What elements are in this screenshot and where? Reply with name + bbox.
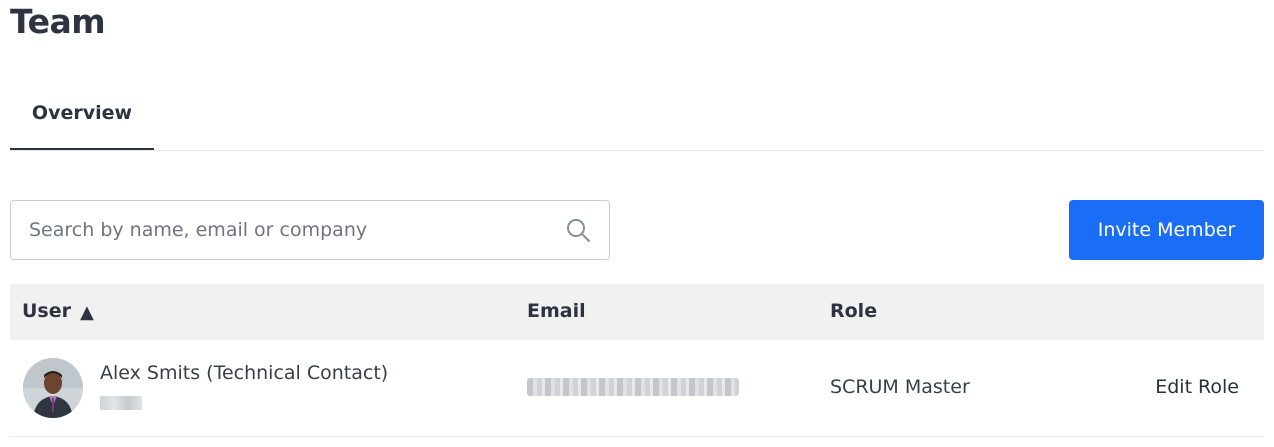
- page-title: Team: [10, 2, 106, 41]
- user-email-redacted: [527, 378, 739, 396]
- column-header-email[interactable]: Email: [527, 300, 586, 322]
- column-header-user[interactable]: User: [22, 300, 71, 322]
- tab-overview[interactable]: Overview: [10, 88, 154, 151]
- column-header-role[interactable]: Role: [830, 300, 877, 322]
- sort-ascending-icon[interactable]: ▲: [80, 302, 94, 323]
- avatar: [23, 358, 83, 418]
- table-row: Alex Smits (Technical Contact) SCRUM Mas…: [10, 340, 1264, 437]
- user-subtitle-redacted: [100, 396, 142, 410]
- table-header: User ▲ Email Role: [10, 284, 1264, 340]
- tab-divider: [10, 150, 1264, 151]
- user-role: SCRUM Master: [830, 376, 970, 398]
- tab-bar: Overview: [10, 88, 1264, 152]
- user-name: Alex Smits (Technical Contact): [100, 362, 389, 384]
- search-input[interactable]: [29, 201, 549, 259]
- search-box[interactable]: [10, 200, 610, 260]
- edit-role-button[interactable]: Edit Role: [1155, 376, 1239, 398]
- search-icon[interactable]: [565, 217, 591, 243]
- invite-member-button[interactable]: Invite Member: [1069, 200, 1264, 260]
